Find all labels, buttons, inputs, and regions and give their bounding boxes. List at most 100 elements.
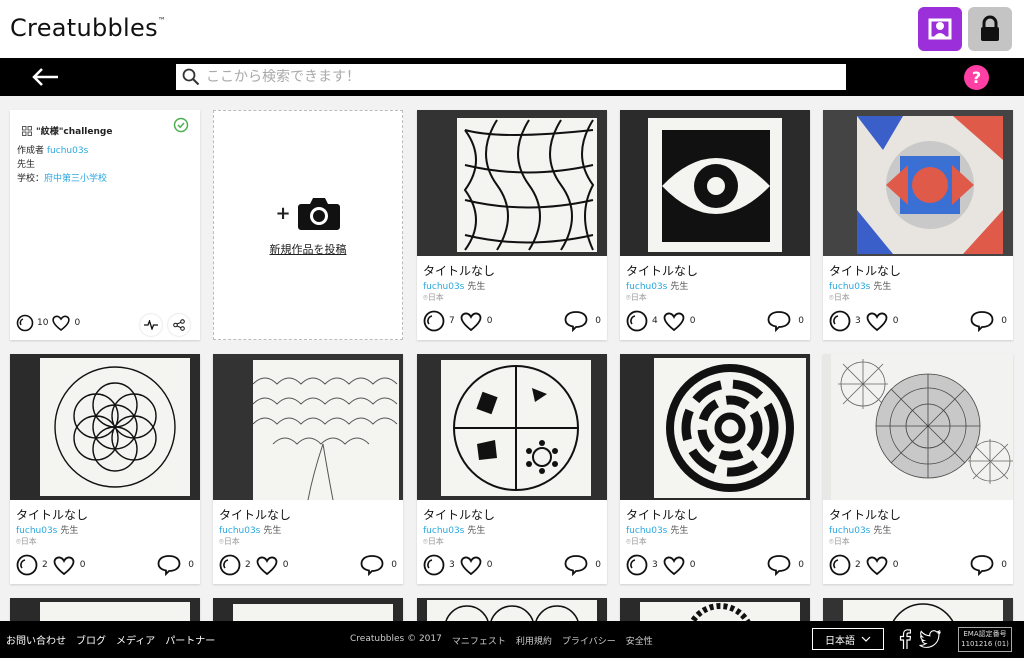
author-role: 先生 bbox=[263, 526, 282, 536]
bubble-icon[interactable] bbox=[829, 554, 851, 576]
artwork-thumbnail[interactable] bbox=[417, 354, 607, 500]
comment-icon[interactable] bbox=[157, 554, 181, 576]
heart-icon[interactable] bbox=[662, 555, 686, 576]
comment-icon[interactable] bbox=[564, 554, 588, 576]
artwork-card[interactable]: タイトルなし fuchu03s 先生 ⌾日本 7 0 0 bbox=[417, 110, 607, 340]
comment-icon[interactable] bbox=[970, 310, 994, 332]
author-link[interactable]: fuchu03s bbox=[626, 282, 667, 292]
twitter-icon[interactable] bbox=[919, 630, 941, 648]
artwork-title[interactable]: タイトルなし bbox=[423, 262, 495, 279]
artwork-title[interactable]: タイトルなし bbox=[16, 506, 88, 523]
artwork-card[interactable]: タイトルなし fuchu03s 先生 ⌾日本 3 0 0 bbox=[823, 110, 1013, 340]
challenge-stats: 10 0 bbox=[16, 314, 80, 332]
author-link[interactable]: fuchu03s bbox=[626, 526, 667, 536]
challenge-title[interactable]: "紋様"challenge bbox=[22, 124, 112, 137]
artwork-title[interactable]: タイトルなし bbox=[626, 262, 698, 279]
artwork-card[interactable]: タイトルなし fuchu03s 先生 ⌾日本 3 0 0 bbox=[620, 354, 810, 584]
upload-card[interactable]: + 新規作品を投稿 bbox=[213, 110, 403, 340]
heart-icon[interactable] bbox=[51, 314, 71, 332]
author-link[interactable]: fuchu03s bbox=[829, 282, 870, 292]
bubble-icon[interactable] bbox=[626, 310, 648, 332]
artwork-thumbnail[interactable] bbox=[213, 354, 403, 500]
heart-icon[interactable] bbox=[459, 555, 483, 576]
school-link[interactable]: 府中第三小学校 bbox=[44, 174, 107, 184]
footer-link-terms[interactable]: 利用規約 bbox=[516, 634, 552, 647]
bubble-icon[interactable] bbox=[219, 554, 241, 576]
bubble-icon[interactable] bbox=[626, 554, 648, 576]
comment-icon[interactable] bbox=[767, 554, 791, 576]
comment-area: 0 bbox=[767, 310, 804, 332]
author-role: 先生 bbox=[670, 282, 689, 292]
artwork-title[interactable]: タイトルなし bbox=[829, 506, 901, 523]
footer-link-media[interactable]: メディア bbox=[116, 632, 155, 647]
artwork-thumbnail[interactable] bbox=[620, 110, 810, 256]
footer-link-safety[interactable]: 安全性 bbox=[626, 634, 653, 647]
footer-link-manifesto[interactable]: マニフェスト bbox=[452, 634, 506, 647]
likes-count: 0 bbox=[486, 560, 493, 570]
bubble-icon[interactable] bbox=[829, 310, 851, 332]
heart-icon[interactable] bbox=[865, 311, 889, 332]
artwork-location: ⌾日本 bbox=[219, 537, 240, 546]
artwork-title[interactable]: タイトルなし bbox=[219, 506, 291, 523]
artwork-author: fuchu03s 先生 bbox=[829, 523, 891, 536]
heart-icon[interactable] bbox=[865, 555, 889, 576]
heart-icon[interactable] bbox=[662, 311, 686, 332]
footer-link-contact[interactable]: お問い合わせ bbox=[6, 632, 66, 647]
footer-link-privacy[interactable]: プライバシー bbox=[562, 634, 616, 647]
comments-count: 0 bbox=[1001, 316, 1007, 326]
ema-badge: EMA認定番号 1101216 (01) bbox=[958, 627, 1012, 652]
comment-area: 0 bbox=[564, 554, 601, 576]
bubble-icon[interactable] bbox=[423, 554, 445, 576]
views-count: 3 bbox=[855, 316, 861, 326]
artwork-thumbnail[interactable] bbox=[823, 354, 1013, 500]
heart-icon[interactable] bbox=[459, 311, 483, 332]
comment-icon[interactable] bbox=[767, 310, 791, 332]
heart-icon[interactable] bbox=[52, 555, 76, 576]
author-link[interactable]: fuchu03s bbox=[423, 282, 464, 292]
help-button[interactable]: ? bbox=[964, 65, 989, 90]
comment-icon[interactable] bbox=[970, 554, 994, 576]
author-link[interactable]: fuchu03s bbox=[16, 526, 57, 536]
back-arrow-icon[interactable] bbox=[30, 66, 60, 88]
footer-link-partner[interactable]: パートナー bbox=[165, 632, 215, 647]
artwork-card[interactable]: タイトルなし fuchu03s 先生 ⌾日本 4 0 0 bbox=[620, 110, 810, 340]
creator-link[interactable]: fuchu03s bbox=[47, 146, 88, 156]
search-input[interactable] bbox=[206, 69, 846, 85]
activity-button[interactable] bbox=[140, 314, 162, 336]
facebook-icon[interactable] bbox=[899, 629, 911, 649]
artwork-card[interactable]: タイトルなし fuchu03s 先生 ⌾日本 2 0 0 bbox=[823, 354, 1013, 584]
author-link[interactable]: fuchu03s bbox=[829, 526, 870, 536]
bubble-icon[interactable] bbox=[16, 554, 38, 576]
share-button[interactable] bbox=[168, 314, 190, 336]
upload-button[interactable]: + bbox=[214, 195, 402, 231]
views-count: 2 bbox=[245, 560, 251, 570]
comment-area: 0 bbox=[970, 310, 1007, 332]
comment-icon[interactable] bbox=[564, 310, 588, 332]
language-select[interactable]: 日本語 bbox=[812, 628, 884, 650]
creatubbles-logo[interactable]: Creatubbles™ bbox=[10, 14, 166, 42]
artwork-title[interactable]: タイトルなし bbox=[423, 506, 495, 523]
artwork-thumbnail[interactable] bbox=[620, 354, 810, 500]
footer-link-blog[interactable]: ブログ bbox=[76, 632, 106, 647]
heart-icon[interactable] bbox=[255, 555, 279, 576]
author-link[interactable]: fuchu03s bbox=[219, 526, 260, 536]
artwork-thumbnail[interactable] bbox=[823, 110, 1013, 256]
lock-button[interactable] bbox=[968, 7, 1012, 51]
artwork-card[interactable]: タイトルなし fuchu03s 先生 ⌾日本 3 0 0 bbox=[417, 354, 607, 584]
artwork-thumbnail[interactable] bbox=[10, 354, 200, 500]
bubble-icon[interactable] bbox=[423, 310, 445, 332]
search-bar: ? bbox=[0, 58, 1024, 96]
artwork-title[interactable]: タイトルなし bbox=[829, 262, 901, 279]
artwork-card[interactable]: タイトルなし fuchu03s 先生 ⌾日本 2 0 0 bbox=[213, 354, 403, 584]
upload-label[interactable]: 新規作品を投稿 bbox=[214, 241, 402, 257]
artwork-title[interactable]: タイトルなし bbox=[626, 506, 698, 523]
profile-button[interactable] bbox=[918, 7, 962, 51]
bubble-icon[interactable] bbox=[16, 314, 34, 332]
artwork-thumbnail[interactable] bbox=[417, 110, 607, 256]
artwork-card[interactable]: タイトルなし fuchu03s 先生 ⌾日本 2 0 0 bbox=[10, 354, 200, 584]
views-count: 10 bbox=[37, 318, 49, 328]
artwork-author: fuchu03s 先生 bbox=[423, 279, 485, 292]
author-link[interactable]: fuchu03s bbox=[423, 526, 464, 536]
comment-icon[interactable] bbox=[360, 554, 384, 576]
likes-count: 0 bbox=[689, 560, 696, 570]
